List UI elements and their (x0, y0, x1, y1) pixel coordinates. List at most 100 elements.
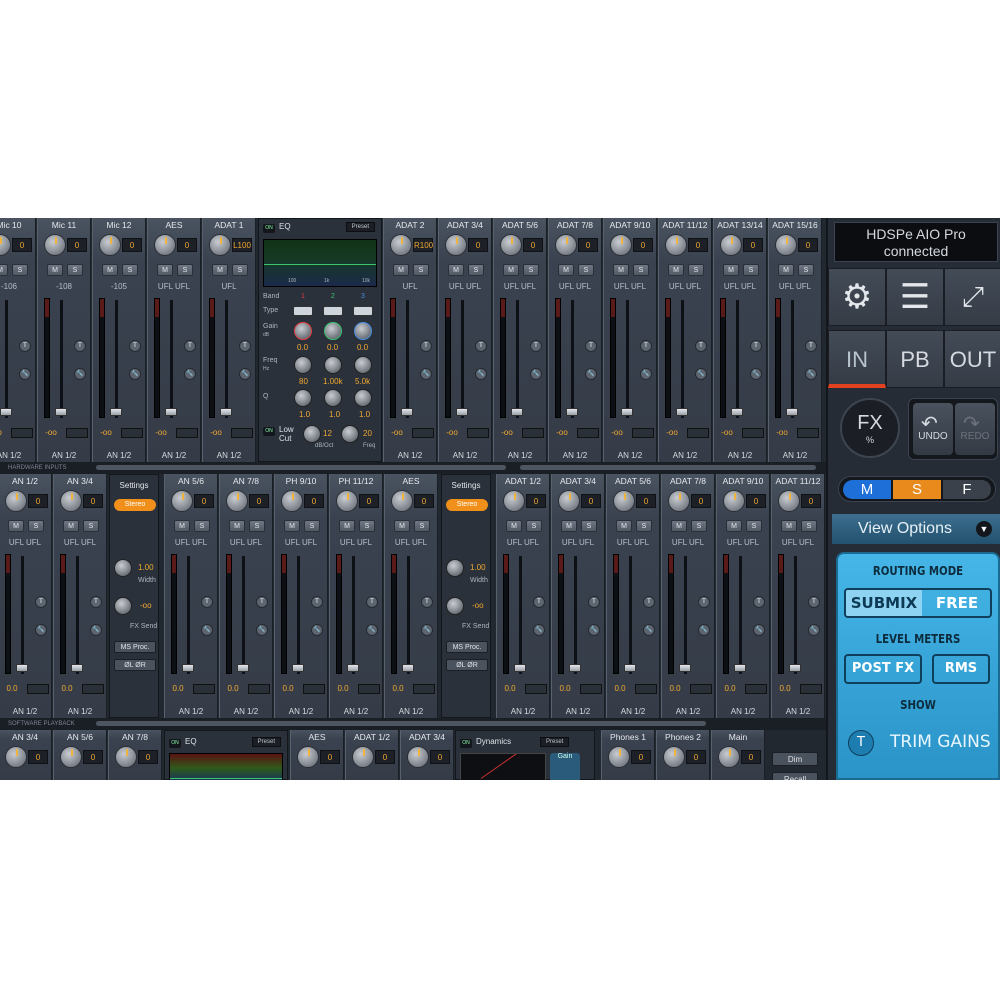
mute-button[interactable]: M (47, 264, 63, 276)
solo-button[interactable]: S (67, 264, 83, 276)
mute-button[interactable]: M (394, 520, 410, 532)
pan-control[interactable] (231, 428, 253, 438)
solo-button[interactable]: S (746, 520, 762, 532)
stereo-button[interactable]: Stereo (114, 499, 156, 511)
gain-value[interactable]: 0 (359, 494, 379, 508)
mute-button[interactable]: M (613, 264, 629, 276)
pan-control[interactable] (467, 428, 489, 438)
output-assignment[interactable]: AN 1/2 (659, 451, 711, 460)
gain-knob[interactable] (115, 746, 137, 768)
trim-button[interactable]: T (585, 340, 597, 352)
lowcut-slope-knob[interactable] (303, 425, 321, 443)
gain-value[interactable]: 0 (83, 750, 103, 764)
gain-value[interactable]: 0 (83, 494, 103, 508)
lowcut-freq-knob[interactable] (341, 425, 359, 443)
wrench-icon[interactable]: 🔧 (750, 368, 762, 380)
solo-button[interactable]: S (177, 264, 193, 276)
gain-value[interactable]: R100 (413, 238, 433, 252)
volume-fader[interactable] (511, 408, 523, 416)
mute-button[interactable]: M (503, 264, 519, 276)
gain-knob[interactable] (558, 490, 580, 512)
output-assignment[interactable]: AN 1/2 (203, 451, 255, 460)
dynamics-preset-button[interactable]: Preset (540, 737, 570, 747)
output-assignment[interactable]: AN 1/2 (552, 707, 604, 716)
fx-send-knob[interactable] (446, 597, 464, 615)
band2-gain-knob[interactable] (324, 322, 342, 340)
solo-button[interactable]: S (414, 520, 430, 532)
wrench-icon[interactable]: 🔧 (695, 368, 707, 380)
pan-control[interactable] (632, 428, 654, 438)
gain-knob[interactable] (663, 746, 685, 768)
band1-type-button[interactable] (293, 306, 313, 316)
gain-value[interactable]: 0 (122, 238, 142, 252)
mute-button[interactable]: M (102, 264, 118, 276)
page-in-button[interactable]: IN (828, 330, 886, 388)
volume-fader[interactable] (71, 664, 83, 672)
volume-fader[interactable] (292, 664, 304, 672)
gain-value[interactable]: 0 (688, 238, 708, 252)
trim-button[interactable]: T (421, 596, 433, 608)
gain-knob[interactable] (723, 490, 745, 512)
gain-value[interactable]: 0 (320, 750, 340, 764)
fx-button[interactable]: FX % (840, 398, 900, 458)
mute-button[interactable]: M (781, 520, 797, 532)
layout-button[interactable]: ☰ (886, 268, 944, 326)
mute-button[interactable]: M (212, 264, 228, 276)
volume-fader[interactable] (566, 408, 578, 416)
volume-fader[interactable] (514, 664, 526, 672)
scrollbar-thumb[interactable] (96, 721, 706, 726)
trim-button[interactable]: T (588, 596, 600, 608)
output-assignment[interactable]: AN 1/2 (384, 451, 436, 460)
trim-button[interactable]: T (74, 340, 86, 352)
gain-value[interactable]: 0 (249, 494, 269, 508)
trim-button[interactable]: T (256, 596, 268, 608)
solo-button[interactable]: S (801, 520, 817, 532)
wrench-icon[interactable]: 🔧 (74, 368, 86, 380)
wrench-icon[interactable]: 🔧 (640, 368, 652, 380)
solo-mode-button[interactable]: S (893, 480, 941, 499)
trim-button[interactable]: T (19, 340, 31, 352)
solo-button[interactable]: S (249, 520, 265, 532)
wrench-icon[interactable]: 🔧 (805, 368, 817, 380)
scrollbar-thumb[interactable] (96, 465, 506, 470)
solo-button[interactable]: S (304, 520, 320, 532)
wrench-icon[interactable]: 🔧 (35, 624, 47, 636)
redo-button[interactable]: ↷ REDO (955, 403, 995, 455)
trim-button[interactable]: T (698, 596, 710, 608)
volume-fader[interactable] (676, 408, 688, 416)
gain-knob[interactable] (60, 490, 82, 512)
gain-knob[interactable] (500, 234, 522, 256)
volume-fader[interactable] (679, 664, 691, 672)
page-out-button[interactable]: OUT (944, 330, 1000, 388)
trim-button[interactable]: T (311, 596, 323, 608)
ms-proc-button[interactable]: MS Proc. (114, 641, 156, 653)
output-assignment[interactable]: AN 1/2 (604, 451, 656, 460)
wrench-icon[interactable]: 🔧 (129, 368, 141, 380)
free-button[interactable]: FREE (922, 590, 990, 616)
mute-button[interactable]: M (174, 520, 190, 532)
wrench-icon[interactable]: 🔧 (421, 624, 433, 636)
output-assignment[interactable]: AN 1/2 (439, 451, 491, 460)
recall-button[interactable]: Recall (772, 772, 818, 780)
pan-control[interactable] (176, 428, 198, 438)
mute-button[interactable]: M (561, 520, 577, 532)
output-assignment[interactable]: AN 1/2 (549, 451, 601, 460)
pan-control[interactable] (303, 684, 325, 694)
gain-knob[interactable] (209, 234, 231, 256)
volume-fader[interactable] (731, 408, 743, 416)
gain-knob[interactable] (613, 490, 635, 512)
mute-button[interactable]: M (726, 520, 742, 532)
dynamics-on-button[interactable]: ON (460, 739, 472, 748)
volume-fader[interactable] (237, 664, 249, 672)
solo-button[interactable]: S (798, 264, 814, 276)
volume-fader[interactable] (624, 664, 636, 672)
gain-value[interactable]: 0 (746, 494, 766, 508)
volume-fader[interactable] (0, 408, 12, 416)
gain-value[interactable]: 0 (430, 750, 450, 764)
solo-button[interactable]: S (83, 520, 99, 532)
stereo-button[interactable]: Stereo (446, 499, 488, 511)
output-assignment[interactable]: AN 1/2 (220, 707, 272, 716)
band3-gain-knob[interactable] (354, 322, 372, 340)
output-assignment[interactable]: AN 1/2 (717, 707, 769, 716)
pan-control[interactable] (358, 684, 380, 694)
